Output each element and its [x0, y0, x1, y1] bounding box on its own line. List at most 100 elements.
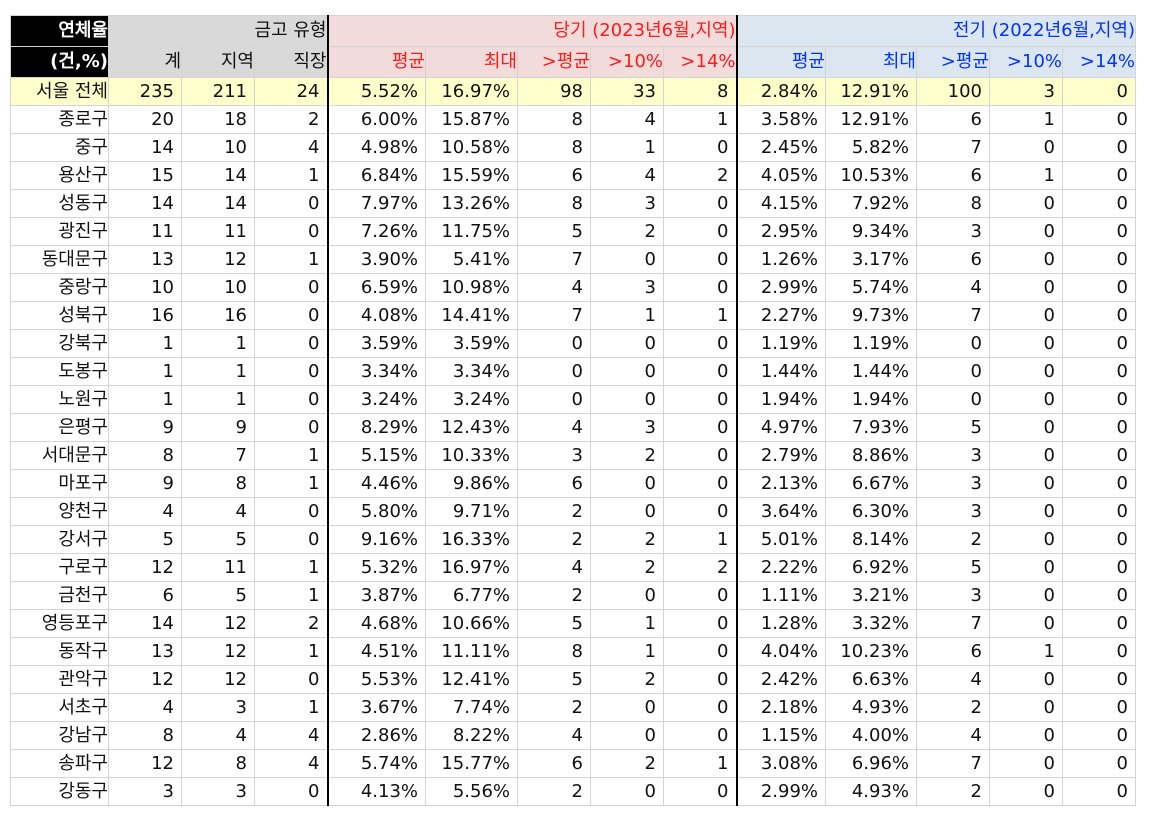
table-cell[interactable]: 6	[916, 161, 990, 190]
table-cell[interactable]: 0	[989, 385, 1063, 414]
table-cell[interactable]: 2	[517, 581, 591, 610]
table-cell[interactable]: 5.01%	[735, 525, 826, 554]
table-cell[interactable]: 0	[989, 665, 1063, 694]
table-cell[interactable]: 8	[181, 749, 255, 778]
table-cell[interactable]: 7.92%	[825, 189, 917, 218]
table-cell[interactable]: 3.59%	[425, 329, 518, 358]
table-cell[interactable]: 5	[916, 553, 990, 582]
table-cell[interactable]: 0	[1062, 105, 1136, 134]
table-cell[interactable]: 11.11%	[425, 637, 518, 666]
table-cell[interactable]: 0	[1062, 665, 1136, 694]
table-cell[interactable]: 2	[663, 161, 737, 190]
table-cell[interactable]: 6	[517, 161, 591, 190]
table-cell[interactable]: 0	[590, 693, 664, 722]
table-cell[interactable]: 1	[989, 161, 1063, 190]
table-cell[interactable]: 11.75%	[425, 217, 518, 246]
district-label[interactable]: 중랑구	[10, 273, 109, 302]
table-cell[interactable]: 1	[254, 441, 328, 470]
table-cell[interactable]: 0	[1062, 329, 1136, 358]
table-cell[interactable]: 0	[1062, 469, 1136, 498]
table-cell[interactable]: 2.13%	[735, 469, 826, 498]
table-cell[interactable]: 2.42%	[735, 665, 826, 694]
table-cell[interactable]: 0	[1062, 693, 1136, 722]
district-label[interactable]: 광진구	[10, 217, 109, 246]
table-cell[interactable]: 5.52%	[326, 77, 426, 106]
table-cell[interactable]: 7	[916, 301, 990, 330]
table-cell[interactable]: 5.32%	[326, 553, 426, 582]
table-cell[interactable]: 8	[517, 637, 591, 666]
table-cell[interactable]: 10	[181, 133, 255, 162]
table-cell[interactable]: 0	[517, 357, 591, 386]
table-cell[interactable]: 4.46%	[326, 469, 426, 498]
table-cell[interactable]: 0	[916, 329, 990, 358]
table-cell[interactable]: 1	[254, 553, 328, 582]
table-cell[interactable]: 2	[517, 497, 591, 526]
table-cell[interactable]: 0	[663, 245, 737, 274]
table-cell[interactable]: 2	[517, 777, 591, 806]
table-cell[interactable]: 1	[590, 301, 664, 330]
table-cell[interactable]: 6	[916, 105, 990, 134]
table-cell[interactable]: 4.15%	[735, 189, 826, 218]
table-cell[interactable]: 2	[916, 693, 990, 722]
table-cell[interactable]: 6.63%	[825, 665, 917, 694]
table-cell[interactable]: 12.41%	[425, 665, 518, 694]
table-cell[interactable]: 9.16%	[326, 525, 426, 554]
table-cell[interactable]: 5	[108, 525, 182, 554]
subheader-prev-max[interactable]: 최대	[825, 46, 917, 78]
table-cell[interactable]: 2	[590, 749, 664, 778]
table-cell[interactable]: 2	[254, 609, 328, 638]
table-cell[interactable]: 1.94%	[825, 385, 917, 414]
table-cell[interactable]: 0	[1062, 749, 1136, 778]
table-cell[interactable]: 6.67%	[825, 469, 917, 498]
table-cell[interactable]: 3.21%	[825, 581, 917, 610]
table-cell[interactable]: 3	[590, 273, 664, 302]
table-cell[interactable]: 0	[254, 301, 328, 330]
table-cell[interactable]: 11	[181, 553, 255, 582]
table-cell[interactable]: 4.98%	[326, 133, 426, 162]
table-cell[interactable]: 4	[517, 553, 591, 582]
table-cell[interactable]: 0	[1062, 497, 1136, 526]
table-cell[interactable]: 7.26%	[326, 217, 426, 246]
table-cell[interactable]: 33	[590, 77, 664, 106]
table-cell[interactable]: 12	[181, 609, 255, 638]
table-cell[interactable]: 3.90%	[326, 245, 426, 274]
table-cell[interactable]: 211	[181, 77, 255, 106]
table-cell[interactable]: 0	[254, 665, 328, 694]
district-label[interactable]: 서초구	[10, 693, 109, 722]
header-current-group[interactable]: 당기 (2023년6월,지역)	[326, 15, 737, 47]
table-cell[interactable]: 9.73%	[825, 301, 917, 330]
table-cell[interactable]: 0	[989, 721, 1063, 750]
district-label[interactable]: 도봉구	[10, 357, 109, 386]
table-cell[interactable]: 7	[517, 301, 591, 330]
table-cell[interactable]: 5.41%	[425, 245, 518, 274]
table-cell[interactable]: 3.17%	[825, 245, 917, 274]
table-cell[interactable]: 2	[590, 553, 664, 582]
table-cell[interactable]: 6.00%	[326, 105, 426, 134]
table-cell[interactable]: 0	[254, 189, 328, 218]
table-cell[interactable]: 0	[1062, 581, 1136, 610]
table-cell[interactable]: 2.99%	[735, 777, 826, 806]
table-cell[interactable]: 10.33%	[425, 441, 518, 470]
header-corner-title[interactable]: 연체율	[10, 15, 109, 47]
table-cell[interactable]: 14.41%	[425, 301, 518, 330]
table-cell[interactable]: 8	[916, 189, 990, 218]
table-cell[interactable]: 10.66%	[425, 609, 518, 638]
table-cell[interactable]: 5	[916, 413, 990, 442]
table-cell[interactable]: 5	[181, 525, 255, 554]
table-cell[interactable]: 15.77%	[425, 749, 518, 778]
table-cell[interactable]: 0	[1062, 357, 1136, 386]
table-cell[interactable]: 1.94%	[735, 385, 826, 414]
table-cell[interactable]: 0	[590, 777, 664, 806]
table-cell[interactable]: 0	[1062, 133, 1136, 162]
table-cell[interactable]: 7.93%	[825, 413, 917, 442]
table-cell[interactable]: 0	[663, 497, 737, 526]
table-cell[interactable]: 12.43%	[425, 413, 518, 442]
table-cell[interactable]: 2	[517, 693, 591, 722]
table-cell[interactable]: 0	[1062, 273, 1136, 302]
table-cell[interactable]: 16	[181, 301, 255, 330]
table-cell[interactable]: 4.68%	[326, 609, 426, 638]
table-cell[interactable]: 13	[108, 637, 182, 666]
table-cell[interactable]: 0	[989, 609, 1063, 638]
table-cell[interactable]: 4.00%	[825, 721, 917, 750]
table-cell[interactable]: 1.28%	[735, 609, 826, 638]
